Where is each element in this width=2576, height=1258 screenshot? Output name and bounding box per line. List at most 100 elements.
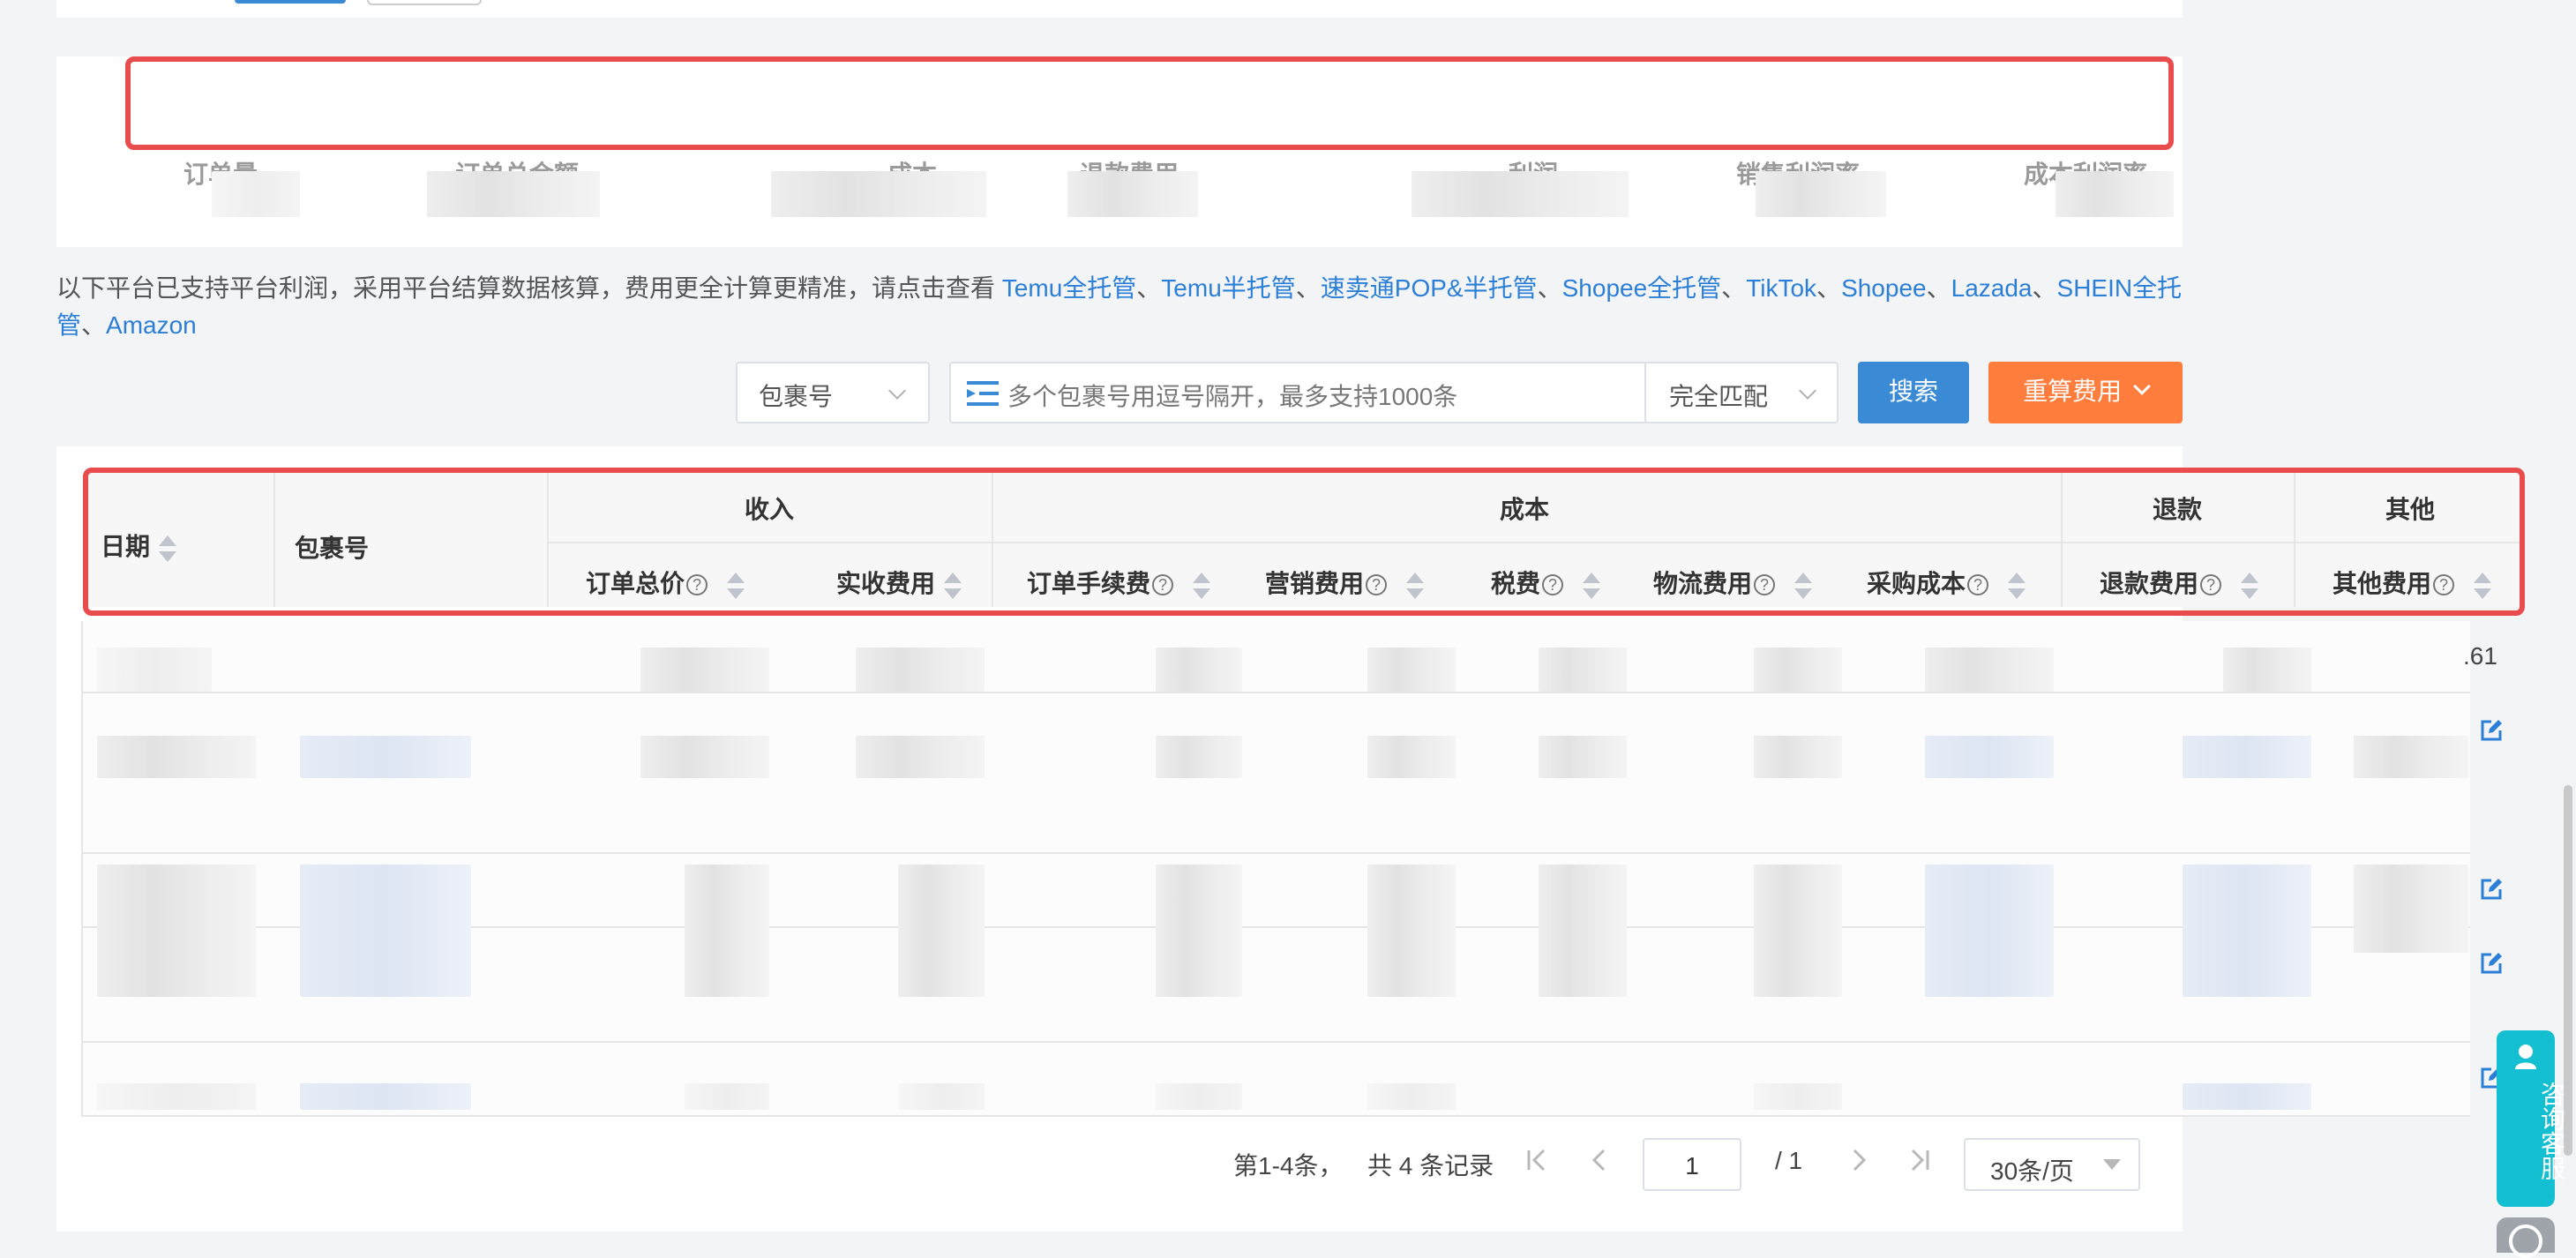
first-page-icon[interactable] xyxy=(1524,1145,1551,1175)
cell-blurred xyxy=(1925,648,2054,692)
summary-value-blurred xyxy=(212,171,300,217)
cell-blurred xyxy=(685,865,769,997)
help-icon[interactable]: ? xyxy=(1967,574,1989,595)
cell-blurred xyxy=(1754,736,1842,778)
cell-blurred xyxy=(1539,736,1627,778)
search-button[interactable]: 搜索 xyxy=(1858,362,1969,423)
link-shopee-full[interactable]: Shopee全托管 xyxy=(1562,274,1722,302)
secondary-button-stub[interactable] xyxy=(367,0,482,5)
field-select-value: 包裹号 xyxy=(759,383,834,410)
recalc-fees-label: 重算费用 xyxy=(2023,378,2123,405)
cell-blurred xyxy=(1156,736,1242,778)
cell-partial-value: .61 xyxy=(2463,642,2497,670)
pagination-range: 第1-4条， xyxy=(1233,1152,1344,1179)
page-size-select[interactable]: 30条/页 xyxy=(1964,1138,2140,1191)
customer-service-button[interactable]: 咨询客服 xyxy=(2497,1030,2565,1207)
cell-blurred xyxy=(898,1083,985,1110)
match-mode-select[interactable]: 完全匹配 xyxy=(1644,362,1838,423)
next-page-icon[interactable] xyxy=(1846,1145,1872,1175)
table-row xyxy=(83,852,2470,854)
cell-blurred xyxy=(1754,865,1842,997)
summary-value-blurred xyxy=(771,171,986,217)
sort-icon[interactable] xyxy=(1406,572,1425,599)
prev-page-icon[interactable] xyxy=(1586,1145,1613,1175)
chevron-down-icon xyxy=(1799,382,1816,400)
sort-icon[interactable] xyxy=(2474,572,2492,599)
summary-value-blurred xyxy=(427,171,600,217)
batch-list-icon[interactable] xyxy=(967,379,999,408)
cell-blurred xyxy=(2183,1083,2311,1110)
package-search-input[interactable]: 多个包裹号用逗号隔开，最多支持1000条 xyxy=(949,362,1648,423)
help-icon[interactable]: ? xyxy=(686,574,708,595)
page-size-value: 30条/页 xyxy=(1990,1157,2074,1185)
cell-blurred xyxy=(2354,736,2468,778)
sort-icon[interactable] xyxy=(2241,572,2259,599)
cell-blurred xyxy=(2223,648,2311,692)
sort-icon[interactable] xyxy=(1794,572,1813,599)
cell-blurred xyxy=(2183,736,2311,778)
link-lazada[interactable]: Lazada xyxy=(1951,274,2033,302)
column-refund-fee[interactable]: 退款费用? xyxy=(2100,565,2259,600)
column-other-fee[interactable]: 其他费用? xyxy=(2333,565,2492,600)
cell-blurred xyxy=(898,865,985,997)
edit-icon[interactable] xyxy=(2479,951,2504,976)
page-number-value: 1 xyxy=(1685,1152,1699,1179)
sort-icon[interactable] xyxy=(159,535,177,562)
help-icon[interactable]: ? xyxy=(2433,574,2455,595)
cell-blurred xyxy=(300,865,471,997)
cell-blurred xyxy=(1754,648,1842,692)
column-marketing-fee[interactable]: 营销费用? xyxy=(1265,565,1425,600)
customer-service-label: 咨询客服 xyxy=(2538,1082,2565,1180)
column-order-fee[interactable]: 订单手续费? xyxy=(1027,565,1211,600)
pagination-total: 共 4 条记录 xyxy=(1367,1152,1494,1179)
cell-blurred xyxy=(1539,648,1627,692)
column-tax[interactable]: 税费? xyxy=(1491,565,1601,600)
cell-blurred xyxy=(2183,865,2311,997)
link-temu-full[interactable]: Temu全托管 xyxy=(1002,274,1136,302)
help-icon[interactable]: ? xyxy=(1152,574,1174,595)
sort-icon[interactable] xyxy=(2008,572,2026,599)
table-row xyxy=(83,692,2470,693)
cell-blurred xyxy=(685,1083,769,1110)
cell-blurred xyxy=(97,865,256,997)
sort-icon[interactable] xyxy=(727,572,745,599)
field-select[interactable]: 包裹号 xyxy=(736,362,930,423)
help-icon[interactable]: ? xyxy=(1754,574,1776,595)
cell-blurred xyxy=(640,648,769,692)
edit-icon[interactable] xyxy=(2479,877,2504,902)
headset-icon xyxy=(2515,1045,2536,1069)
column-purchase-cost[interactable]: 采购成本? xyxy=(1867,565,2026,600)
cell-blurred xyxy=(97,648,212,692)
help-icon[interactable]: ? xyxy=(2200,574,2222,595)
sort-icon[interactable] xyxy=(944,572,962,599)
link-tiktok[interactable]: TikTok xyxy=(1746,274,1816,302)
sort-icon[interactable] xyxy=(1193,572,1211,599)
pagination-total-pages: / 1 xyxy=(1775,1147,1803,1174)
help-icon[interactable]: ? xyxy=(1542,574,1564,595)
chevron-down-icon xyxy=(888,382,906,400)
last-page-icon[interactable] xyxy=(1906,1145,1932,1175)
help-icon[interactable]: ? xyxy=(1366,574,1388,595)
cell-blurred xyxy=(2354,865,2468,953)
help-float-icon[interactable] xyxy=(2497,1217,2555,1258)
sort-icon[interactable] xyxy=(1583,572,1601,599)
column-logistics-fee[interactable]: 物流费用? xyxy=(1653,565,1813,600)
link-aliexpress[interactable]: 速卖通POP&半托管 xyxy=(1321,274,1538,302)
group-other-header: 其他 xyxy=(2385,496,2436,523)
link-temu-semi[interactable]: Temu半托管 xyxy=(1161,274,1295,302)
column-received-fee[interactable]: 实收费用 xyxy=(836,565,962,600)
edit-icon[interactable] xyxy=(2479,718,2504,743)
column-date[interactable]: 日期 xyxy=(101,528,177,563)
search-input-placeholder: 多个包裹号用逗号隔开，最多支持1000条 xyxy=(1007,383,1458,410)
primary-button-stub[interactable] xyxy=(235,0,346,4)
recalc-fees-button[interactable]: 重算费用 xyxy=(1988,362,2183,423)
group-income-header: 收入 xyxy=(745,496,795,523)
notice-text: 以下平台已支持平台利润，采用平台结算数据核算，费用更全计算更精准，请点击查看 xyxy=(56,274,1002,302)
summary-value-blurred xyxy=(1412,171,1629,217)
column-order-total[interactable]: 订单总价? xyxy=(586,565,745,600)
cell-blurred xyxy=(1754,1083,1842,1110)
cell-blurred xyxy=(1156,865,1242,997)
link-amazon[interactable]: Amazon xyxy=(106,311,197,339)
page-number-input[interactable]: 1 xyxy=(1643,1138,1741,1191)
link-shopee[interactable]: Shopee xyxy=(1841,274,1927,302)
